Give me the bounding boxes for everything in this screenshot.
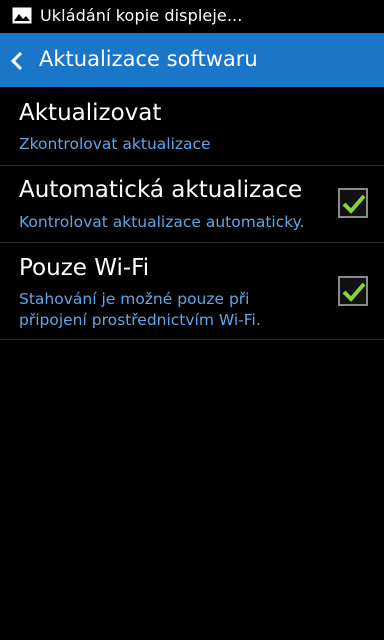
setting-title: Aktualizovat — [19, 100, 162, 126]
auto-update-checkbox[interactable] — [338, 188, 368, 218]
setting-subtitle-line-2: připojení prostřednictvím Wi-Fi. — [19, 311, 261, 329]
setting-row-wifi-only[interactable]: Pouze Wi-Fi Stahování je možné pouze při… — [0, 243, 384, 339]
setting-subtitle-line-1: Stahování je možné pouze při — [19, 290, 250, 308]
status-bar: Ukládání kopie displeje... — [0, 0, 384, 33]
check-mark-icon — [342, 194, 366, 214]
setting-subtitle: Kontrolovat aktualizace automaticky. — [19, 213, 305, 231]
back-button[interactable] — [0, 33, 36, 87]
setting-subtitle: Zkontrolovat aktualizace — [19, 135, 211, 153]
wifi-only-checkbox[interactable] — [338, 276, 368, 306]
check-mark-icon — [342, 282, 366, 302]
screen: Ukládání kopie displeje... Aktualizace s… — [0, 0, 384, 640]
page-title: Aktualizace softwaru — [39, 47, 258, 71]
setting-title: Automatická aktualizace — [19, 177, 303, 203]
setting-row-update[interactable]: Aktualizovat Zkontrolovat aktualizace — [0, 87, 384, 165]
status-notification-text: Ukládání kopie displeje... — [40, 6, 243, 25]
setting-row-auto-update[interactable]: Automatická aktualizace Kontrolovat aktu… — [0, 166, 384, 242]
action-bar: Aktualizace softwaru — [0, 33, 384, 87]
divider — [0, 339, 384, 340]
setting-title: Pouze Wi-Fi — [19, 255, 150, 281]
chevron-left-icon — [10, 52, 23, 70]
image-icon — [12, 7, 32, 24]
